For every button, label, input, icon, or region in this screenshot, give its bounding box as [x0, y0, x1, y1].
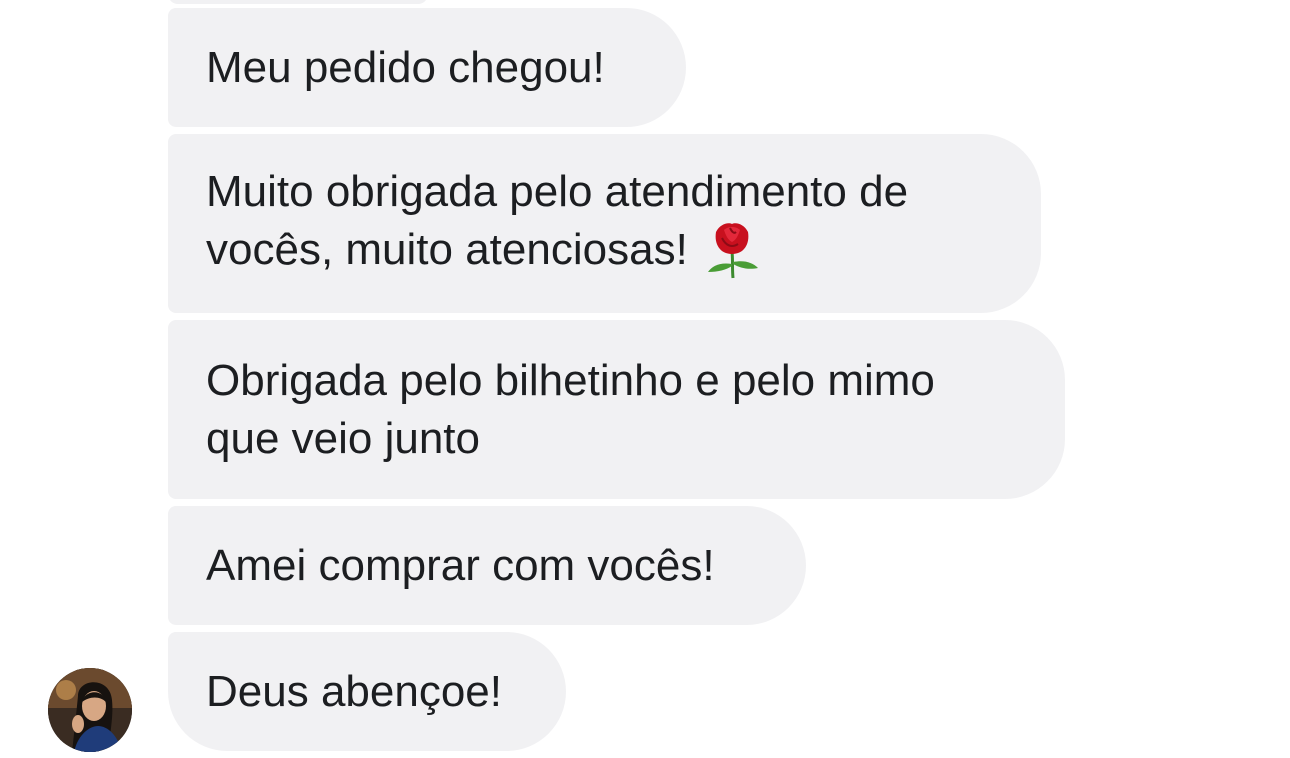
- rose-emoji-icon: [702, 218, 762, 280]
- message-thread: Meu pedido chegou! Muito obrigada pelo a…: [0, 0, 1290, 758]
- user-avatar-photo-icon: [48, 668, 132, 752]
- message-bubble[interactable]: Meu pedido chegou!: [168, 8, 686, 127]
- message-text: Meu pedido chegou!: [206, 42, 605, 92]
- avatar[interactable]: [48, 668, 132, 752]
- message-text-line: vocês, muito atenciosas!: [206, 221, 908, 283]
- message-text: Muito obrigada pelo atendimento de vocês…: [206, 163, 908, 283]
- message-text-line: Muito obrigada pelo atendimento de: [206, 167, 909, 217]
- message-bubble[interactable]: Obrigada pelo bilhetinho e pelo mimo que…: [168, 320, 1065, 499]
- message-text-line: que veio junto: [206, 413, 480, 463]
- message-text: Amei comprar com vocês!: [206, 540, 715, 590]
- message-text: Deus abençoe!: [206, 666, 502, 716]
- message-bubble[interactable]: Deus abençoe!: [168, 632, 566, 751]
- message-text-line: Obrigada pelo bilhetinho e pelo mimo: [206, 355, 935, 405]
- message-text-fragment: vocês, muito atenciosas!: [206, 225, 688, 275]
- message-bubble[interactable]: Amei comprar com vocês!: [168, 506, 806, 625]
- message-text: Obrigada pelo bilhetinho e pelo mimo que…: [206, 352, 935, 468]
- message-bubble[interactable]: Muito obrigada pelo atendimento de vocês…: [168, 134, 1041, 313]
- previous-message-bubble-edge: [168, 0, 428, 4]
